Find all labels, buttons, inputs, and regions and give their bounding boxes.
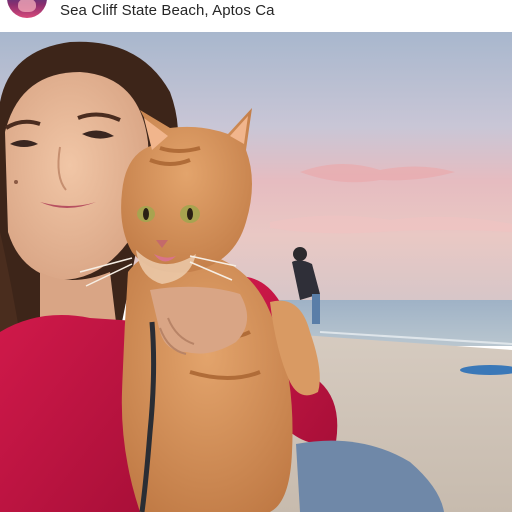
user-avatar[interactable]	[7, 0, 47, 18]
post-location[interactable]: Sea Cliff State Beach, Aptos Ca	[60, 2, 275, 20]
post-photo[interactable]	[0, 32, 512, 512]
mole	[14, 180, 18, 184]
post-header: Sea Cliff State Beach, Aptos Ca	[0, 0, 512, 32]
